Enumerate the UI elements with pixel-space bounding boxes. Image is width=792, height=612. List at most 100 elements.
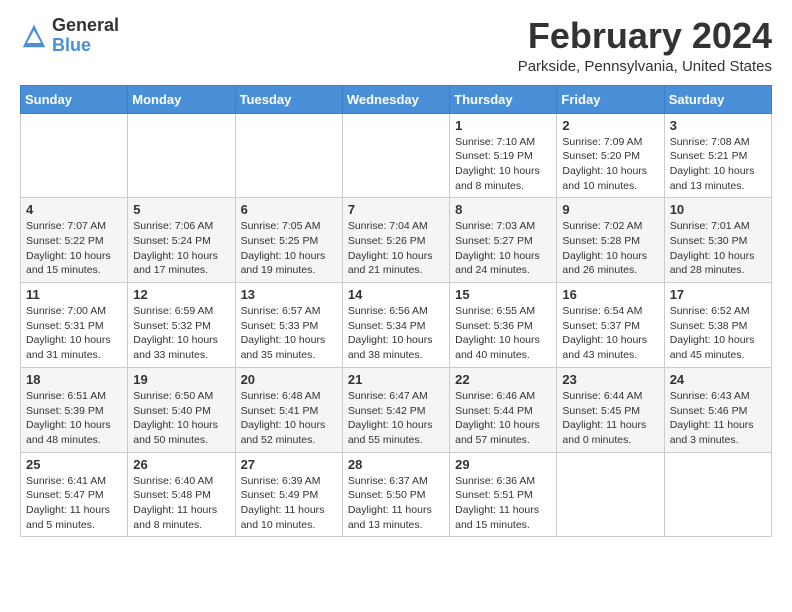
day-number: 6 (241, 202, 337, 217)
day-info: Sunrise: 6:55 AM Sunset: 5:36 PM Dayligh… (455, 304, 551, 363)
calendar-cell: 23 Sunrise: 6:44 AM Sunset: 5:45 PM Dayli… (557, 367, 664, 452)
day-number: 8 (455, 202, 551, 217)
day-info: Sunrise: 6:48 AM Sunset: 5:41 PM Dayligh… (241, 389, 337, 448)
logo: General Blue (20, 16, 119, 56)
day-info: Sunrise: 7:09 AM Sunset: 5:20 PM Dayligh… (562, 135, 658, 194)
weekday-header-row: SundayMondayTuesdayWednesdayThursdayFrid… (21, 85, 772, 113)
weekday-header-sunday: Sunday (21, 85, 128, 113)
calendar-cell: 27 Sunrise: 6:39 AM Sunset: 5:49 PM Dayli… (235, 452, 342, 537)
logo-text: General Blue (52, 16, 119, 56)
calendar-cell: 15Sunrise: 6:55 AM Sunset: 5:36 PM Dayli… (450, 283, 557, 368)
calendar-cell: 10 Sunrise: 7:01 AM Sunset: 5:30 PM Dayli… (664, 198, 771, 283)
calendar-week-row: 18Sunrise: 6:51 AM Sunset: 5:39 PM Dayli… (21, 367, 772, 452)
weekday-header-friday: Friday (557, 85, 664, 113)
calendar-cell: 28 Sunrise: 6:37 AM Sunset: 5:50 PM Dayli… (342, 452, 449, 537)
day-number: 13 (241, 287, 337, 302)
day-info: Sunrise: 7:05 AM Sunset: 5:25 PM Dayligh… (241, 219, 337, 278)
day-number: 5 (133, 202, 229, 217)
weekday-header-tuesday: Tuesday (235, 85, 342, 113)
day-number: 22 (455, 372, 551, 387)
location-subtitle: Parkside, Pennsylvania, United States (518, 58, 772, 75)
day-info: Sunrise: 7:01 AM Sunset: 5:30 PM Dayligh… (670, 219, 766, 278)
day-info: Sunrise: 6:57 AM Sunset: 5:33 PM Dayligh… (241, 304, 337, 363)
day-number: 19 (133, 372, 229, 387)
day-info: Sunrise: 7:07 AM Sunset: 5:22 PM Dayligh… (26, 219, 122, 278)
day-number: 10 (670, 202, 766, 217)
calendar-cell: 1 Sunrise: 7:10 AM Sunset: 5:19 PM Daylig… (450, 113, 557, 198)
calendar-cell: 13 Sunrise: 6:57 AM Sunset: 5:33 PM Dayli… (235, 283, 342, 368)
calendar-cell: 5 Sunrise: 7:06 AM Sunset: 5:24 PM Daylig… (128, 198, 235, 283)
calendar-cell: 25 Sunrise: 6:41 AM Sunset: 5:47 PM Dayli… (21, 452, 128, 537)
day-number: 28 (348, 457, 444, 472)
day-info: Sunrise: 6:46 AM Sunset: 5:44 PM Dayligh… (455, 389, 551, 448)
logo-blue-text: Blue (52, 36, 119, 56)
calendar-week-row: 25 Sunrise: 6:41 AM Sunset: 5:47 PM Dayli… (21, 452, 772, 537)
logo-general-text: General (52, 16, 119, 36)
day-info: Sunrise: 6:37 AM Sunset: 5:50 PM Dayligh… (348, 474, 444, 533)
calendar-cell: 8 Sunrise: 7:03 AM Sunset: 5:27 PM Daylig… (450, 198, 557, 283)
calendar-cell (342, 113, 449, 198)
day-info: Sunrise: 7:02 AM Sunset: 5:28 PM Dayligh… (562, 219, 658, 278)
calendar-cell: 22 Sunrise: 6:46 AM Sunset: 5:44 PM Dayli… (450, 367, 557, 452)
day-number: 27 (241, 457, 337, 472)
calendar-cell: 20 Sunrise: 6:48 AM Sunset: 5:41 PM Dayli… (235, 367, 342, 452)
title-section: February 2024 Parkside, Pennsylvania, Un… (518, 16, 772, 75)
calendar-cell: 11 Sunrise: 7:00 AM Sunset: 5:31 PM Dayli… (21, 283, 128, 368)
day-info: Sunrise: 6:50 AM Sunset: 5:40 PM Dayligh… (133, 389, 229, 448)
weekday-header-monday: Monday (128, 85, 235, 113)
day-number: 11 (26, 287, 122, 302)
day-number: 3 (670, 118, 766, 133)
calendar-cell: 2 Sunrise: 7:09 AM Sunset: 5:20 PM Daylig… (557, 113, 664, 198)
day-number: 16 (562, 287, 658, 302)
day-number: 25 (26, 457, 122, 472)
calendar-header: SundayMondayTuesdayWednesdayThursdayFrid… (21, 85, 772, 113)
calendar-cell: 3 Sunrise: 7:08 AM Sunset: 5:21 PM Daylig… (664, 113, 771, 198)
day-info: Sunrise: 7:08 AM Sunset: 5:21 PM Dayligh… (670, 135, 766, 194)
calendar-body: 1 Sunrise: 7:10 AM Sunset: 5:19 PM Daylig… (21, 113, 772, 537)
calendar-cell: 26Sunrise: 6:40 AM Sunset: 5:48 PM Dayli… (128, 452, 235, 537)
calendar-cell (557, 452, 664, 537)
day-info: Sunrise: 7:00 AM Sunset: 5:31 PM Dayligh… (26, 304, 122, 363)
day-number: 2 (562, 118, 658, 133)
day-info: Sunrise: 6:52 AM Sunset: 5:38 PM Dayligh… (670, 304, 766, 363)
weekday-header-wednesday: Wednesday (342, 85, 449, 113)
calendar-cell: 21Sunrise: 6:47 AM Sunset: 5:42 PM Dayli… (342, 367, 449, 452)
calendar-week-row: 4 Sunrise: 7:07 AM Sunset: 5:22 PM Daylig… (21, 198, 772, 283)
day-number: 4 (26, 202, 122, 217)
day-info: Sunrise: 7:10 AM Sunset: 5:19 PM Dayligh… (455, 135, 551, 194)
day-info: Sunrise: 6:39 AM Sunset: 5:49 PM Dayligh… (241, 474, 337, 533)
calendar-cell: 17 Sunrise: 6:52 AM Sunset: 5:38 PM Dayli… (664, 283, 771, 368)
day-info: Sunrise: 7:06 AM Sunset: 5:24 PM Dayligh… (133, 219, 229, 278)
day-number: 7 (348, 202, 444, 217)
day-info: Sunrise: 6:59 AM Sunset: 5:32 PM Dayligh… (133, 304, 229, 363)
calendar-cell: 6 Sunrise: 7:05 AM Sunset: 5:25 PM Daylig… (235, 198, 342, 283)
day-number: 24 (670, 372, 766, 387)
calendar-week-row: 1 Sunrise: 7:10 AM Sunset: 5:19 PM Daylig… (21, 113, 772, 198)
day-number: 1 (455, 118, 551, 133)
day-number: 20 (241, 372, 337, 387)
day-number: 9 (562, 202, 658, 217)
page-header: General Blue February 2024 Parkside, Pen… (20, 16, 772, 75)
day-info: Sunrise: 6:54 AM Sunset: 5:37 PM Dayligh… (562, 304, 658, 363)
weekday-header-saturday: Saturday (664, 85, 771, 113)
day-number: 18 (26, 372, 122, 387)
calendar-cell: 18Sunrise: 6:51 AM Sunset: 5:39 PM Dayli… (21, 367, 128, 452)
day-number: 21 (348, 372, 444, 387)
day-number: 23 (562, 372, 658, 387)
calendar-cell: 19 Sunrise: 6:50 AM Sunset: 5:40 PM Dayli… (128, 367, 235, 452)
calendar-cell: 4 Sunrise: 7:07 AM Sunset: 5:22 PM Daylig… (21, 198, 128, 283)
calendar-cell: 16 Sunrise: 6:54 AM Sunset: 5:37 PM Dayli… (557, 283, 664, 368)
calendar-table: SundayMondayTuesdayWednesdayThursdayFrid… (20, 85, 772, 538)
day-info: Sunrise: 6:44 AM Sunset: 5:45 PM Dayligh… (562, 389, 658, 448)
day-number: 29 (455, 457, 551, 472)
day-info: Sunrise: 7:03 AM Sunset: 5:27 PM Dayligh… (455, 219, 551, 278)
calendar-cell (21, 113, 128, 198)
day-info: Sunrise: 6:41 AM Sunset: 5:47 PM Dayligh… (26, 474, 122, 533)
calendar-cell (128, 113, 235, 198)
day-info: Sunrise: 7:04 AM Sunset: 5:26 PM Dayligh… (348, 219, 444, 278)
month-year-title: February 2024 (518, 16, 772, 56)
day-info: Sunrise: 6:43 AM Sunset: 5:46 PM Dayligh… (670, 389, 766, 448)
calendar-cell: 7 Sunrise: 7:04 AM Sunset: 5:26 PM Daylig… (342, 198, 449, 283)
calendar-week-row: 11 Sunrise: 7:00 AM Sunset: 5:31 PM Dayli… (21, 283, 772, 368)
day-number: 17 (670, 287, 766, 302)
